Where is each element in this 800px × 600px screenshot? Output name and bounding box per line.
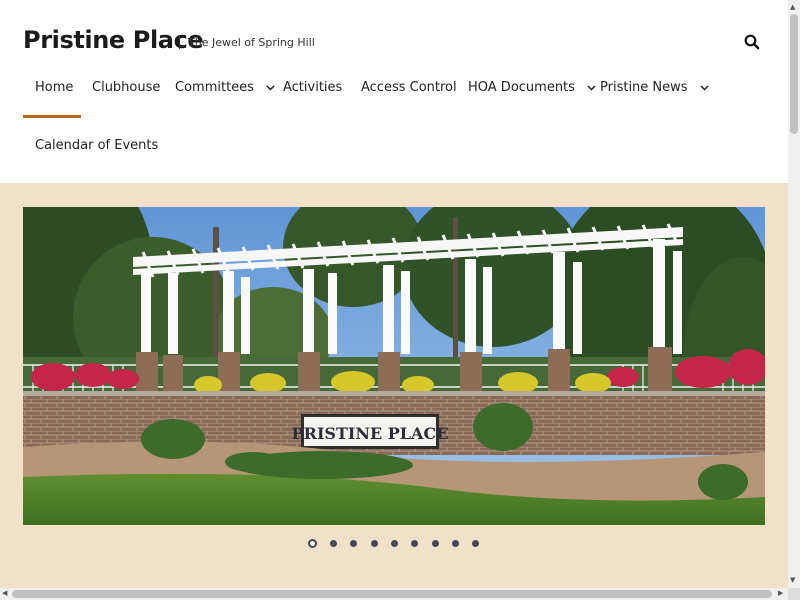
nav-item-label: Clubhouse [92,80,161,95]
nav-item-activities[interactable]: Activities [283,80,342,95]
slider-dot[interactable] [411,540,418,547]
slider-dot[interactable] [472,540,479,547]
site-header: Pristine Place The Jewel of Spring Hill … [0,0,788,183]
vertical-scrollbar[interactable]: ▲ ▼ [788,0,800,588]
horizontal-scroll-thumb[interactable] [12,590,772,598]
nav-item-label: Access Control [361,80,457,95]
nav-item-label: Home [35,80,74,95]
scrollbar-corner [788,588,800,600]
nav-item-committees[interactable]: Committees [175,80,275,95]
slider-dot[interactable] [350,540,357,547]
slider-dot[interactable] [371,540,378,547]
slider-dot[interactable] [432,540,439,547]
hero-section: PRISTINE PLACE [0,183,788,588]
scroll-up-icon[interactable]: ▲ [790,3,795,11]
hero-image: PRISTINE PLACE [23,207,765,525]
search-icon[interactable] [743,33,761,51]
scroll-right-icon[interactable]: ▶ [778,589,783,597]
nav-item-label: Activities [283,80,343,95]
site-title[interactable]: Pristine Place [23,26,204,54]
chevron-down-icon [587,84,596,91]
nav-item-label: Pristine News [600,80,688,95]
nav-item-hoa-documents[interactable]: HOA Documents [468,80,596,95]
hero-sign-text: PRISTINE PLACE [292,424,449,443]
slider-dot[interactable] [330,540,337,547]
slider-dot[interactable] [391,540,398,547]
hero-slider[interactable]: PRISTINE PLACE [23,207,765,525]
chevron-down-icon [266,84,275,91]
nav-item-clubhouse[interactable]: Clubhouse [92,80,160,95]
nav-item-label: Calendar of Events [35,138,159,153]
scroll-left-icon[interactable]: ◀ [2,589,7,597]
slider-dot[interactable] [308,539,317,548]
active-nav-indicator [23,115,81,118]
chevron-down-icon [700,84,709,91]
nav-item-calendar-of-events[interactable]: Calendar of Events [35,138,158,153]
nav-item-label: Committees [175,80,254,95]
nav-item-home[interactable]: Home [35,80,73,95]
title-divider [179,36,180,49]
slider-dot[interactable] [452,540,459,547]
site-tagline: The Jewel of Spring Hill [188,36,315,49]
scroll-down-icon[interactable]: ▼ [790,576,795,584]
vertical-scroll-thumb[interactable] [790,14,798,134]
horizontal-scrollbar[interactable]: ◀ ▶ [0,588,788,600]
nav-item-access-control[interactable]: Access Control [361,80,457,95]
nav-item-label: HOA Documents [468,80,575,95]
nav-item-pristine-news[interactable]: Pristine News [600,80,709,95]
